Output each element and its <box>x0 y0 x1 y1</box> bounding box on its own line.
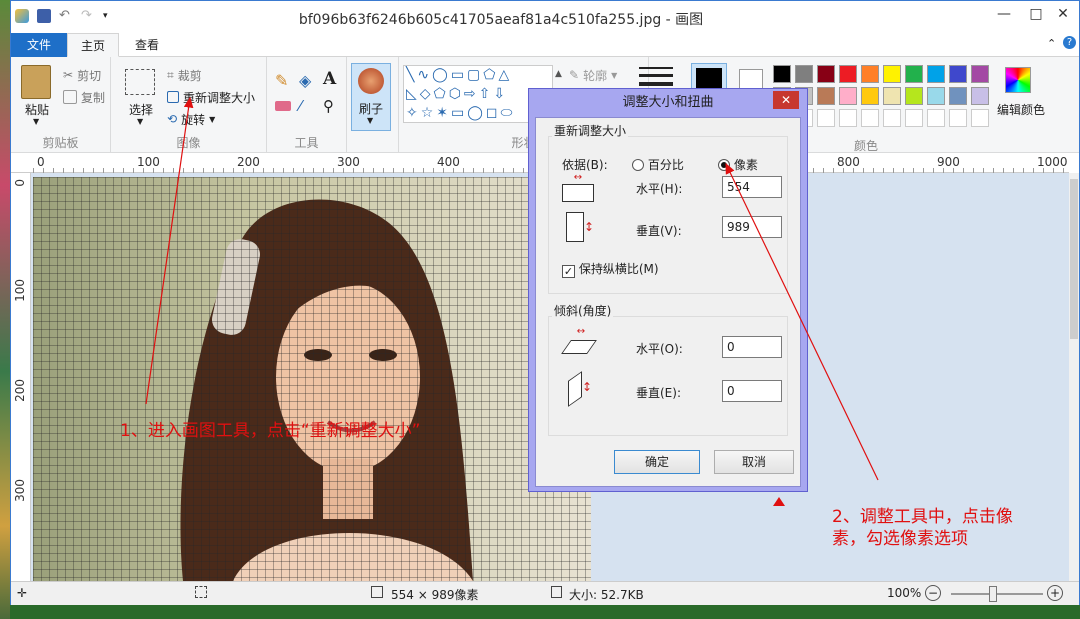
annotation-step-2-line1: 2、调整工具中，点击像 <box>832 507 1013 527</box>
annotation-step-1: 1、进入画图工具，点击“重新调整大小” <box>120 421 421 441</box>
annotation-step-2-line2: 素，勾选像素选项 <box>832 529 968 549</box>
